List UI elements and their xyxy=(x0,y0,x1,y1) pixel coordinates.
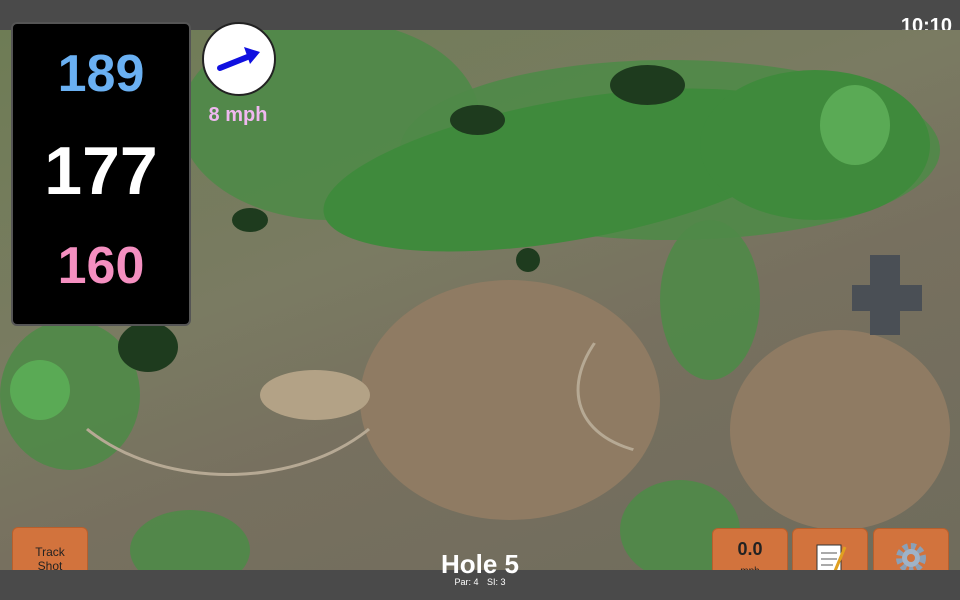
wind-indicator xyxy=(202,22,276,96)
distance-panel: 189 177 160 xyxy=(11,22,191,326)
map-fairway xyxy=(700,70,930,220)
map-rough xyxy=(130,510,250,570)
map-house xyxy=(852,285,922,311)
map-tree xyxy=(450,105,505,135)
map-tree xyxy=(516,248,540,272)
par-label: Par: 4 xyxy=(454,577,479,587)
hole-meta: Par: 4 SI: 3 xyxy=(380,577,580,587)
wind-arrow-icon xyxy=(217,47,260,71)
distance-front: 160 xyxy=(57,237,145,295)
track-shot-label-line1: Track xyxy=(35,545,65,559)
distance-back: 189 xyxy=(57,45,145,103)
distance-middle: 177 xyxy=(44,133,158,209)
si-label: SI: 3 xyxy=(487,577,506,587)
wind-speed-label: 8 mph xyxy=(208,104,268,126)
hole-title: Hole 5 xyxy=(440,549,520,579)
map-green xyxy=(820,85,890,165)
map-tree xyxy=(610,65,685,105)
shot-speed-value: 0.0 xyxy=(737,539,763,559)
